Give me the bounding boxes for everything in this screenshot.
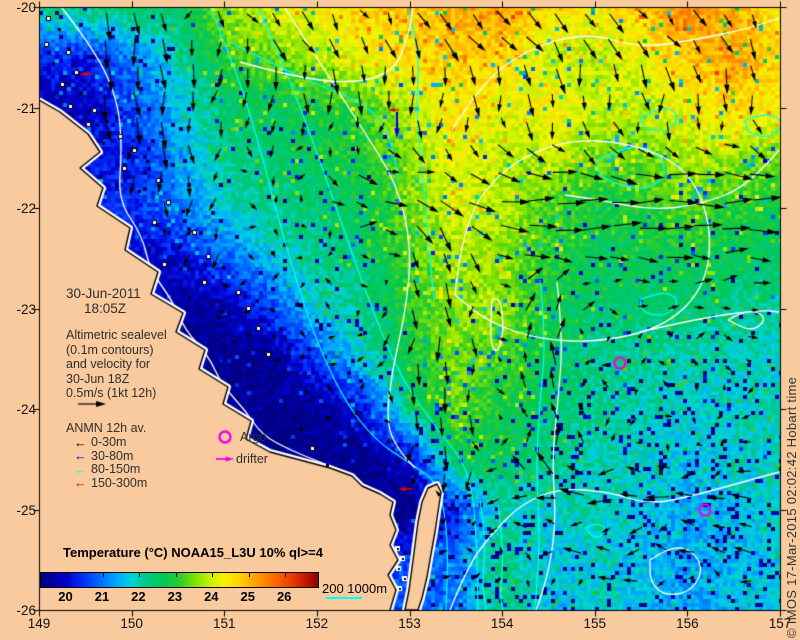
depth-arrow-icon: ← xyxy=(74,461,87,477)
x-tick-label: 152 xyxy=(305,616,329,631)
info-line: (0.1m contours) xyxy=(66,342,154,357)
x-tick-label: 155 xyxy=(583,616,607,631)
x-tick-label: 151 xyxy=(212,616,236,631)
info-line: Altimetric sealevel xyxy=(66,328,167,342)
x-tick-label: 154 xyxy=(490,616,514,631)
y-tick-label: -21 xyxy=(16,100,36,116)
argo-legend-label: Argo xyxy=(240,430,267,444)
y-tick-label: -22 xyxy=(16,201,36,216)
y-tick-label: -20 xyxy=(16,0,36,15)
x-tick-label: 149 xyxy=(27,616,51,631)
anmn-legend-item: ← 30-80m xyxy=(74,448,147,464)
y-tick-label: -23 xyxy=(16,301,36,317)
info-line: 30-Jun 18Z xyxy=(66,371,130,386)
anmn-legend-item: ← 150-300m xyxy=(74,475,148,491)
colorbar-title: Temperature (°C) NOAA15_L3U 10% ql>=4 xyxy=(63,545,323,560)
colorbar-tick xyxy=(285,573,287,577)
colorbar-tick-label: 21 xyxy=(94,589,110,604)
colorbar-tick xyxy=(66,573,68,577)
imos-ocean-current-map: 30-Jun-2011 18:05Z Altimetric sealevel (0… xyxy=(0,0,800,640)
imos-credit: © IMOS 17-Mar-2015 02:02:42 Hobart time xyxy=(784,376,799,638)
colorbar-tick xyxy=(175,573,177,577)
depth-range-label: 0-30m xyxy=(91,435,127,449)
colorbar-tick-label: 25 xyxy=(240,589,255,604)
y-tick-label: -26 xyxy=(16,603,36,618)
colorbar-tick xyxy=(102,573,104,577)
colorbar-tick-label: 24 xyxy=(204,589,219,604)
info-line: 0.5m/s (1kt 12h) xyxy=(66,386,157,400)
colorbar-tick-label: 20 xyxy=(58,589,73,604)
bathymetry-scale-label: 200 1000m xyxy=(322,581,388,596)
depth-range-label: 30-80m xyxy=(91,448,134,463)
anmn-legend: ← 0-30m ← 30-80m ← 80-150m ← 150-300m xyxy=(74,434,148,491)
map-date: 30-Jun-2011 xyxy=(66,286,141,301)
drifter-legend-label: drifter xyxy=(236,452,268,466)
altimetric-note: Altimetric sealevel (0.1m contours) and ve… xyxy=(66,328,167,401)
colorbar-tick xyxy=(212,573,214,577)
x-tick-label: 150 xyxy=(120,616,143,631)
info-line: and velocity for xyxy=(66,357,151,371)
depth-range-label: 80-150m xyxy=(91,462,141,476)
y-tick-label: -24 xyxy=(16,402,36,417)
map-time: 18:05Z xyxy=(84,301,127,316)
depth-arrow-icon: ← xyxy=(74,434,87,450)
temperature-colorbar xyxy=(40,572,319,588)
colorbar-tick xyxy=(248,573,250,577)
depth-range-label: 150-300m xyxy=(91,475,148,490)
depth-arrow-icon: ← xyxy=(74,475,87,491)
y-tick-label: -25 xyxy=(16,502,36,518)
colorbar-tick xyxy=(139,573,141,577)
x-tick-label: 156 xyxy=(676,616,699,631)
x-tick-label: 153 xyxy=(398,616,421,631)
sst-map-canvas xyxy=(0,0,800,640)
anmn-legend-title: ANMN 12h av. xyxy=(66,421,147,435)
colorbar-tick-label: 22 xyxy=(131,589,146,604)
bathymetry-contour-sample xyxy=(326,597,362,599)
depth-arrow-icon: ← xyxy=(74,448,87,464)
colorbar-tick-label: 23 xyxy=(167,589,183,604)
colorbar-tick-label: 26 xyxy=(276,589,292,604)
